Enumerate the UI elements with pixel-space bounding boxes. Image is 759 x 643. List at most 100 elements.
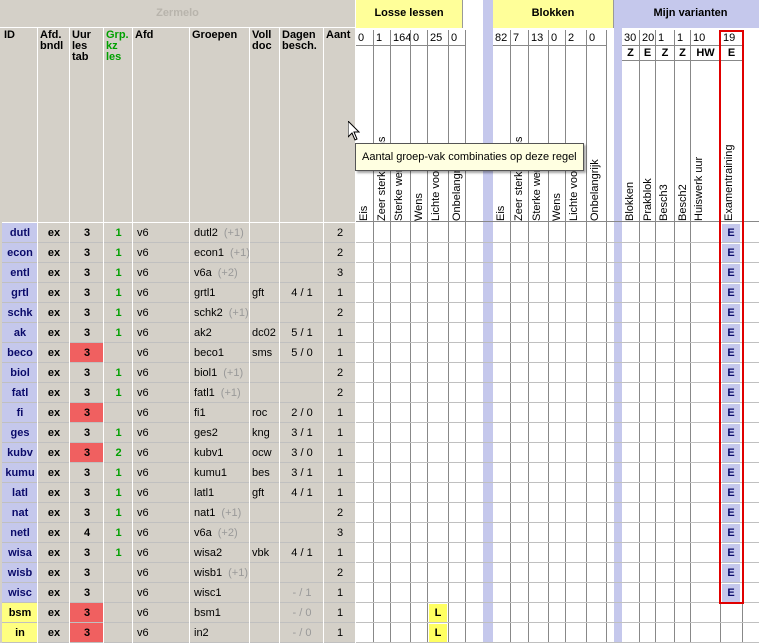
row-examentraining[interactable]: E [722,544,740,562]
losse-label-1[interactable]: Zeer sterke wens [376,48,391,221]
row-losse-lichte-voorkeur[interactable] [429,344,447,362]
mijn-label-0[interactable]: Blokken [624,62,640,221]
row-losse-lichte-voorkeur[interactable] [429,424,447,442]
row-examentraining[interactable]: E [722,364,740,382]
row-examentraining[interactable]: E [722,344,740,362]
row-groepen[interactable]: dutl2 (+1) [190,223,250,243]
row-losse-lichte-voorkeur[interactable] [429,324,447,342]
row-examentraining[interactable]: E [722,584,740,602]
header-voll-doc[interactable]: Voll doc [250,28,280,223]
row-id[interactable]: in [2,623,38,643]
row-losse-lichte-voorkeur[interactable] [429,544,447,562]
row-groepen[interactable]: econ1 (+1) [190,243,250,263]
row-examentraining[interactable]: E [722,304,740,322]
row-id[interactable]: wisb [2,563,38,583]
row-id[interactable]: biol [2,363,38,383]
row-examentraining[interactable] [722,624,740,642]
mijn-label-1[interactable]: Prakblok [642,62,656,221]
mijn-label-5[interactable]: Examentraining [723,62,743,221]
row-groepen[interactable]: latl1 [190,483,250,503]
row-examentraining[interactable] [722,604,740,622]
losse-label-3[interactable]: Wens [413,48,428,221]
header-groepen[interactable]: Groepen [190,28,250,223]
losse-label-0[interactable]: Eis [358,48,374,221]
row-examentraining[interactable]: E [722,444,740,462]
row-id[interactable]: kumu [2,463,38,483]
row-examentraining[interactable]: E [722,264,740,282]
row-examentraining[interactable]: E [722,244,740,262]
row-examentraining[interactable]: E [722,384,740,402]
row-groepen[interactable]: bsm1 [190,603,250,623]
row-id[interactable]: econ [2,243,38,263]
row-groepen[interactable]: schk2 (+1) [190,303,250,323]
mijn-label-4[interactable]: Huiswerk uur [693,62,721,221]
header-afd[interactable]: Afd [133,28,190,223]
header-grp-kz-les[interactable]: Grp. kz les [104,28,133,223]
losse-label-4[interactable]: Lichte voorkeur [430,48,449,221]
blokken-label-4[interactable]: Lichte voorkeur [568,48,587,221]
row-losse-lichte-voorkeur[interactable] [429,564,447,582]
row-losse-lichte-voorkeur[interactable] [429,364,447,382]
row-groepen[interactable]: fatl1 (+1) [190,383,250,403]
row-losse-lichte-voorkeur[interactable] [429,504,447,522]
blokken-label-5[interactable]: Onbelangrijk [589,48,607,221]
row-examentraining[interactable]: E [722,524,740,542]
row-losse-lichte-voorkeur[interactable] [429,404,447,422]
header-uur-les-tab[interactable]: Uur les tab [70,28,104,223]
row-examentraining[interactable]: E [722,464,740,482]
row-groepen[interactable]: wisa2 [190,543,250,563]
blokken-label-0[interactable]: Eis [495,48,511,221]
row-id[interactable]: grtl [2,283,38,303]
row-id[interactable]: beco [2,343,38,363]
row-id[interactable]: wisc [2,583,38,603]
row-id[interactable]: schk [2,303,38,323]
row-groepen[interactable]: v6a (+2) [190,523,250,543]
row-groepen[interactable]: grtl1 [190,283,250,303]
row-groepen[interactable]: ak2 [190,323,250,343]
row-examentraining[interactable]: E [722,564,740,582]
row-losse-lichte-voorkeur[interactable] [429,264,447,282]
row-examentraining[interactable]: E [722,284,740,302]
row-id[interactable]: bsm [2,603,38,623]
losse-label-2[interactable]: Sterke wens [393,48,411,221]
row-id[interactable]: kubv [2,443,38,463]
row-groepen[interactable]: kubv1 [190,443,250,463]
row-id[interactable]: dutl [2,223,38,243]
row-groepen[interactable]: wisb1 (+1) [190,563,250,583]
row-groepen[interactable]: wisc1 [190,583,250,603]
row-id[interactable]: ak [2,323,38,343]
header-id[interactable]: ID [2,28,38,223]
row-examentraining[interactable]: E [722,224,740,242]
row-id[interactable]: ges [2,423,38,443]
row-examentraining[interactable]: E [722,404,740,422]
row-id[interactable]: nat [2,503,38,523]
row-losse-lichte-voorkeur[interactable] [429,524,447,542]
header-dagen-besch[interactable]: Dagen besch. [280,28,324,223]
row-examentraining[interactable]: E [722,324,740,342]
row-examentraining[interactable]: E [722,504,740,522]
blokken-label-2[interactable]: Sterke wens [531,48,549,221]
row-losse-lichte-voorkeur[interactable] [429,584,447,602]
row-losse-lichte-voorkeur[interactable] [429,304,447,322]
row-groepen[interactable]: ges2 [190,423,250,443]
mijn-label-2[interactable]: Besch3 [658,62,675,221]
row-id[interactable]: wisa [2,543,38,563]
row-losse-lichte-voorkeur[interactable] [429,444,447,462]
row-groepen[interactable]: kumu1 [190,463,250,483]
row-losse-lichte-voorkeur[interactable] [429,244,447,262]
row-id[interactable]: netl [2,523,38,543]
row-losse-lichte-voorkeur[interactable] [429,284,447,302]
blokken-label-1[interactable]: Zeer sterke wens [513,48,529,221]
header-afd-bndl[interactable]: Afd. bndl [38,28,70,223]
row-groepen[interactable]: nat1 (+1) [190,503,250,523]
row-id[interactable]: entl [2,263,38,283]
row-losse-lichte-voorkeur[interactable] [429,224,447,242]
row-losse-lichte-voorkeur[interactable] [429,464,447,482]
row-groepen[interactable]: fi1 [190,403,250,423]
row-losse-lichte-voorkeur[interactable]: L [429,604,447,622]
row-groepen[interactable]: in2 [190,623,250,643]
row-losse-lichte-voorkeur[interactable] [429,484,447,502]
row-losse-lichte-voorkeur[interactable] [429,384,447,402]
row-id[interactable]: latl [2,483,38,503]
mijn-label-3[interactable]: Besch2 [677,62,691,221]
